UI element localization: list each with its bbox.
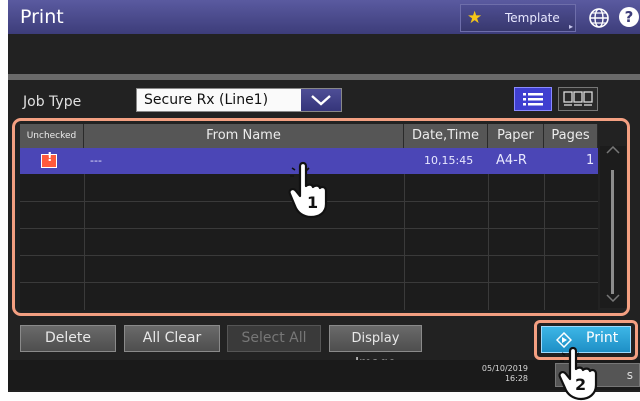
thumbnail-icon <box>563 91 593 106</box>
step-two-number: 2 <box>575 375 586 394</box>
cell-paper: A4-R <box>496 153 527 168</box>
print-label: Print <box>586 330 619 346</box>
divider <box>8 74 640 80</box>
date-text: 05/10/2019 <box>481 364 528 373</box>
page-title: Print <box>20 6 64 28</box>
delete-button[interactable]: Delete <box>20 325 116 352</box>
column-header-from-name[interactable]: From Name <box>84 124 404 148</box>
hand-pointer-icon: 1 <box>288 161 328 219</box>
row-divider <box>20 255 598 256</box>
display-image-button[interactable]: Display Image <box>329 325 422 371</box>
column-header-paper[interactable]: Paper <box>488 124 544 148</box>
all-clear-button[interactable]: All Clear <box>124 325 220 352</box>
corner-arrow-icon: ▸ <box>568 22 573 31</box>
scroll-down-icon[interactable] <box>606 294 620 302</box>
cell-date-time: 10,15:45 <box>424 154 474 167</box>
thumbnail-view-button[interactable] <box>558 87 598 111</box>
globe-icon[interactable] <box>588 7 610 29</box>
cell-pages: 1 <box>586 153 595 168</box>
print-screen: Print ★ Template ▸ ? Job Type Secure Rx … <box>0 0 640 401</box>
column-header-pages[interactable]: Pages <box>544 124 598 148</box>
scroll-up-icon[interactable] <box>606 146 620 154</box>
scroll-thumb[interactable] <box>611 170 614 294</box>
warning-icon <box>41 150 57 168</box>
cell-from-name: --- <box>90 154 102 167</box>
template-label: Template <box>505 11 560 25</box>
step-one-number: 1 <box>307 193 318 212</box>
column-header-unchecked[interactable]: Unchecked <box>20 124 84 148</box>
list-view-button[interactable] <box>514 87 552 111</box>
scrollbar[interactable] <box>600 146 626 308</box>
title-bar: Print ★ Template ▸ ? <box>8 0 640 34</box>
chevron-down-icon <box>311 95 331 106</box>
dropdown-button[interactable] <box>301 89 341 111</box>
list-icon <box>523 93 543 106</box>
job-type-select[interactable]: Secure Rx (Line1) <box>136 88 342 112</box>
star-icon: ★ <box>467 8 483 28</box>
hand-pointer-icon: 2 <box>558 346 598 401</box>
row-divider <box>20 228 598 229</box>
template-button[interactable]: ★ Template ▸ <box>460 4 576 32</box>
column-header-date-time[interactable]: Date,Time <box>404 124 488 148</box>
time-text: 16:28 <box>504 374 528 383</box>
help-icon[interactable]: ? <box>619 7 639 27</box>
job-type-label: Job Type <box>23 94 82 110</box>
datetime: 05/10/2019 16:28 <box>466 364 528 384</box>
row-divider <box>20 282 598 283</box>
status-bar: 05/10/2019 16:28 s <box>8 360 640 390</box>
select-all-button[interactable]: Select All <box>227 325 321 352</box>
job-type-value: Secure Rx (Line1) <box>144 92 269 108</box>
